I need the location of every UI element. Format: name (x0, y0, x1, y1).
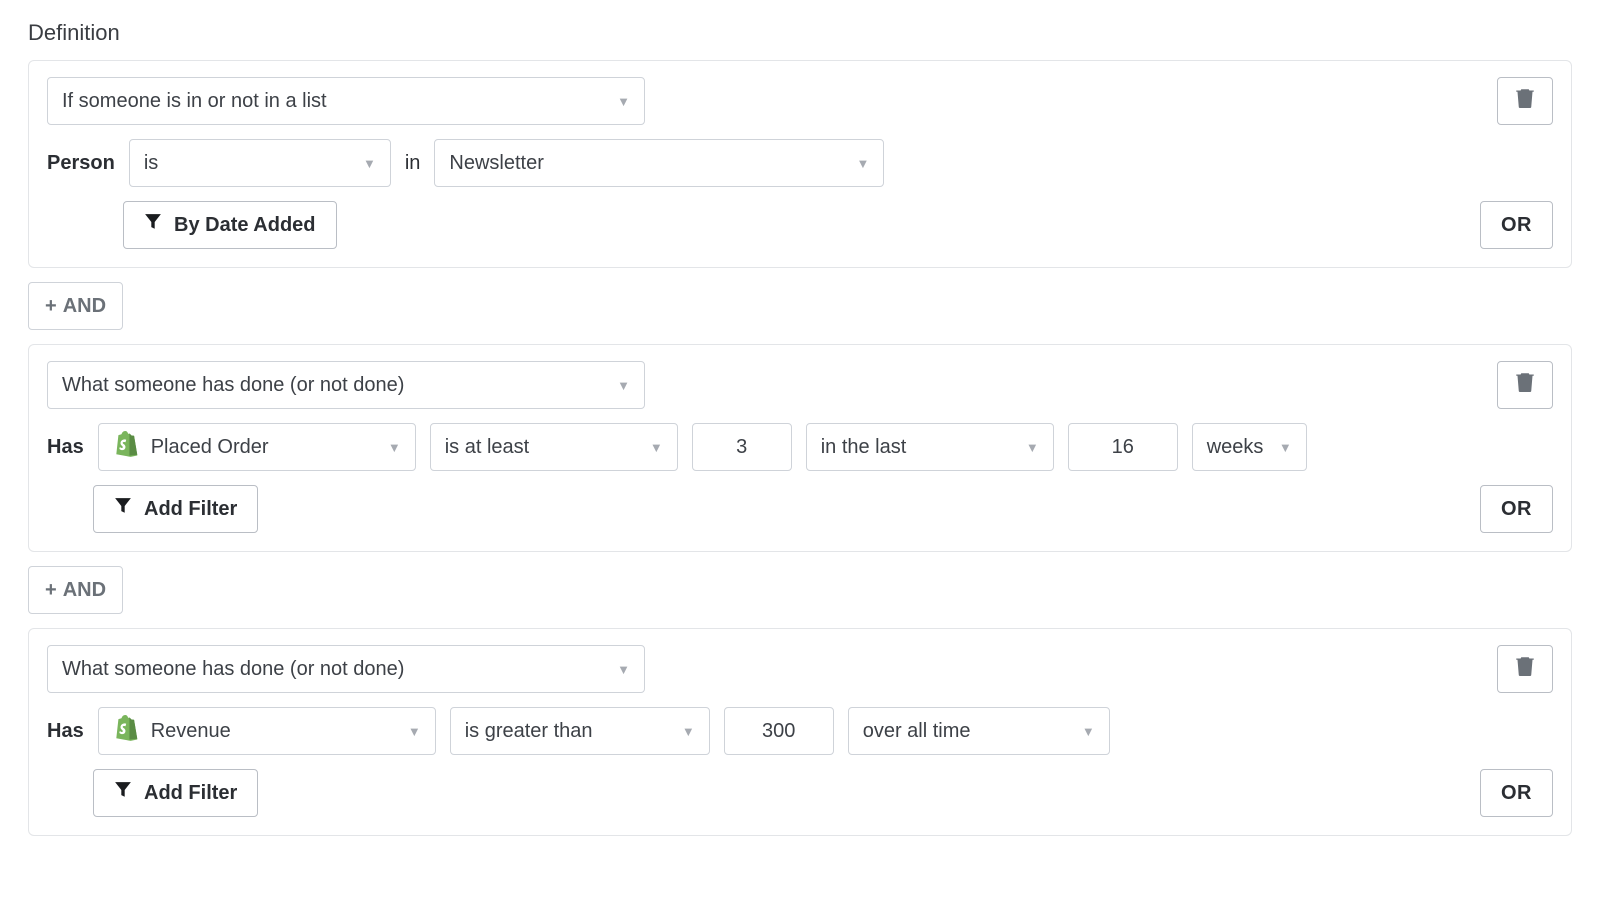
plus-icon: + (45, 295, 57, 318)
condition-type-label: If someone is in or not in a list (62, 90, 327, 113)
condition-type-label: What someone has done (or not done) (62, 658, 404, 681)
person-label: Person (47, 152, 115, 175)
operator-select[interactable]: is ▼ (129, 139, 391, 187)
has-label: Has (47, 436, 84, 459)
chevron-down-icon: ▼ (617, 94, 630, 109)
delete-condition-button[interactable] (1497, 77, 1553, 125)
section-title: Definition (28, 20, 1572, 46)
delete-condition-button[interactable] (1497, 645, 1553, 693)
funnel-icon (114, 497, 132, 521)
chevron-down-icon: ▼ (857, 156, 870, 171)
timeframe-select[interactable]: over all time ▼ (848, 707, 1110, 755)
funnel-icon (144, 213, 162, 237)
event-select[interactable]: Placed Order ▼ (98, 423, 416, 471)
and-label: AND (63, 295, 106, 318)
and-connector-button[interactable]: + AND (28, 282, 123, 330)
funnel-icon (114, 781, 132, 805)
value-input[interactable] (692, 423, 792, 471)
operator-label: is (144, 152, 158, 175)
plus-icon: + (45, 579, 57, 602)
condition-card: If someone is in or not in a list ▼ Pers… (28, 60, 1572, 268)
add-filter-label: Add Filter (144, 498, 237, 521)
or-button[interactable]: OR (1480, 769, 1553, 817)
value-input[interactable] (724, 707, 834, 755)
condition-card: What someone has done (or not done) ▼ Ha… (28, 344, 1572, 552)
or-button[interactable]: OR (1480, 201, 1553, 249)
timeframe-label: in the last (821, 436, 907, 459)
chevron-down-icon: ▼ (682, 724, 695, 739)
time-value-input[interactable] (1068, 423, 1178, 471)
time-unit-select[interactable]: weeks ▼ (1192, 423, 1307, 471)
trash-icon (1516, 88, 1534, 114)
or-label: OR (1501, 214, 1532, 237)
comparator-select[interactable]: is at least ▼ (430, 423, 678, 471)
chevron-down-icon: ▼ (617, 378, 630, 393)
and-label: AND (63, 579, 106, 602)
event-label: Placed Order (151, 436, 269, 459)
shopify-icon (113, 430, 139, 464)
trash-icon (1516, 372, 1534, 398)
chevron-down-icon: ▼ (1082, 724, 1095, 739)
condition-type-select[interactable]: If someone is in or not in a list ▼ (47, 77, 645, 125)
timeframe-label: over all time (863, 720, 971, 743)
condition-type-select[interactable]: What someone has done (or not done) ▼ (47, 645, 645, 693)
add-filter-button[interactable]: Add Filter (93, 485, 258, 533)
chevron-down-icon: ▼ (650, 440, 663, 455)
condition-type-label: What someone has done (or not done) (62, 374, 404, 397)
chevron-down-icon: ▼ (388, 440, 401, 455)
comparator-label: is greater than (465, 720, 593, 743)
delete-condition-button[interactable] (1497, 361, 1553, 409)
chevron-down-icon: ▼ (617, 662, 630, 677)
chevron-down-icon: ▼ (1279, 440, 1292, 455)
has-label: Has (47, 720, 84, 743)
chevron-down-icon: ▼ (1026, 440, 1039, 455)
condition-type-select[interactable]: What someone has done (or not done) ▼ (47, 361, 645, 409)
add-filter-label: Add Filter (144, 782, 237, 805)
event-select[interactable]: Revenue ▼ (98, 707, 436, 755)
chevron-down-icon: ▼ (408, 724, 421, 739)
list-select[interactable]: Newsletter ▼ (434, 139, 884, 187)
or-label: OR (1501, 782, 1532, 805)
or-label: OR (1501, 498, 1532, 521)
chevron-down-icon: ▼ (363, 156, 376, 171)
or-button[interactable]: OR (1480, 485, 1553, 533)
condition-card: What someone has done (or not done) ▼ Ha… (28, 628, 1572, 836)
comparator-label: is at least (445, 436, 529, 459)
shopify-icon (113, 714, 139, 748)
trash-icon (1516, 656, 1534, 682)
by-date-added-button[interactable]: By Date Added (123, 201, 337, 249)
comparator-select[interactable]: is greater than ▼ (450, 707, 710, 755)
event-label: Revenue (151, 720, 231, 743)
and-connector-button[interactable]: + AND (28, 566, 123, 614)
by-date-added-label: By Date Added (174, 214, 316, 237)
in-label: in (405, 152, 421, 175)
add-filter-button[interactable]: Add Filter (93, 769, 258, 817)
time-unit-label: weeks (1207, 436, 1264, 459)
list-label: Newsletter (449, 152, 543, 175)
timeframe-select[interactable]: in the last ▼ (806, 423, 1054, 471)
